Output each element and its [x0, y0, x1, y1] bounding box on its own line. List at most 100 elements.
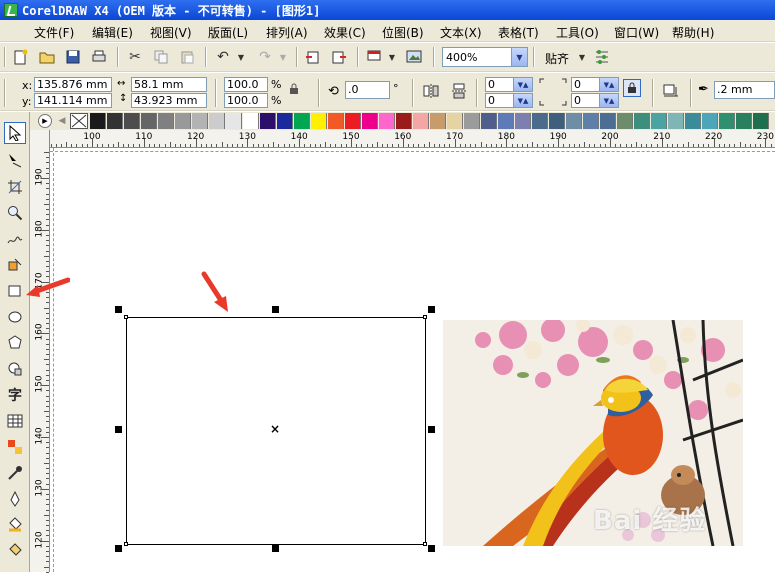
palette-swatch[interactable]: [702, 113, 718, 129]
zoom-dropdown-icon[interactable]: ▼: [511, 48, 527, 66]
coreldraw-app-icon[interactable]: [4, 3, 18, 17]
corner-bottom-right-input[interactable]: 0: [571, 93, 601, 108]
palette-swatch[interactable]: [464, 113, 480, 129]
menu-text[interactable]: 文本(X): [440, 24, 482, 41]
scale-y-input[interactable]: 100.0: [224, 93, 268, 108]
palette-swatch[interactable]: [481, 113, 497, 129]
selection-handle-bottom-left[interactable]: [115, 545, 122, 552]
interactive-fill-tool-icon[interactable]: [4, 540, 26, 562]
snap-dropdown-icon[interactable]: ▼: [573, 48, 591, 66]
vertical-ruler[interactable]: 190 180 170 160 150 140 130 120: [30, 130, 50, 573]
polygon-tool-icon[interactable]: [4, 332, 26, 354]
menu-view[interactable]: 视图(V): [150, 24, 192, 41]
save-icon[interactable]: [64, 48, 82, 66]
palette-swatch[interactable]: [175, 113, 191, 129]
palette-swatch[interactable]: [634, 113, 650, 129]
palette-swatch[interactable]: [447, 113, 463, 129]
smart-fill-tool-icon[interactable]: [4, 254, 26, 276]
palette-swatch[interactable]: [566, 113, 582, 129]
selection-handle-bottom-right[interactable]: [428, 545, 435, 552]
palette-swatch[interactable]: [753, 113, 769, 129]
welcome-screen-icon[interactable]: [405, 48, 423, 66]
palette-swatch[interactable]: [277, 113, 293, 129]
new-document-icon[interactable]: [12, 48, 30, 66]
copy-icon[interactable]: [152, 48, 170, 66]
no-fill-swatch[interactable]: [70, 113, 88, 129]
palette-swatch[interactable]: [685, 113, 701, 129]
interactive-blend-tool-icon[interactable]: [4, 436, 26, 458]
selection-handle-top-right[interactable]: [428, 306, 435, 313]
menu-help[interactable]: 帮助(H): [672, 24, 714, 41]
redo-dropdown-icon[interactable]: ▼: [274, 48, 292, 66]
selection-handle-top-left[interactable]: [115, 306, 122, 313]
palette-swatch[interactable]: [515, 113, 531, 129]
undo-dropdown-icon[interactable]: ▼: [232, 48, 250, 66]
palette-swatch[interactable]: [209, 113, 225, 129]
y-position-input[interactable]: 141.114 mm: [34, 93, 112, 108]
menu-tools[interactable]: 工具(O): [556, 24, 599, 41]
palette-swatch[interactable]: [141, 113, 157, 129]
menu-file[interactable]: 文件(F): [34, 24, 74, 41]
rectangle-tool-icon[interactable]: [4, 280, 26, 302]
import-icon[interactable]: [304, 48, 322, 66]
palette-swatch[interactable]: [719, 113, 735, 129]
eyedropper-tool-icon[interactable]: [4, 462, 26, 484]
palette-swatch[interactable]: [158, 113, 174, 129]
palette-swatch[interactable]: [345, 113, 361, 129]
menu-bitmaps[interactable]: 位图(B): [382, 24, 424, 41]
crop-tool-icon[interactable]: [4, 176, 26, 198]
menu-effects[interactable]: 效果(C): [324, 24, 366, 41]
zoom-tool-icon[interactable]: [4, 202, 26, 224]
freehand-tool-icon[interactable]: [4, 228, 26, 250]
x-position-input[interactable]: 135.876 mm: [34, 77, 112, 92]
menu-window[interactable]: 窗口(W): [614, 24, 659, 41]
pheasant-painting-bitmap[interactable]: Bai 经验: [443, 320, 743, 546]
palette-swatch[interactable]: [362, 113, 378, 129]
height-input[interactable]: 43.923 mm: [131, 93, 207, 108]
palette-swatch[interactable]: [549, 113, 565, 129]
toolbar-grip[interactable]: [4, 47, 6, 67]
rectangle-node-bottom-left[interactable]: [124, 542, 128, 546]
launcher-dropdown-icon[interactable]: ▼: [383, 48, 401, 66]
table-tool-icon[interactable]: [4, 410, 26, 432]
palette-swatch[interactable]: [600, 113, 616, 129]
round-corners-together-lock-icon[interactable]: [623, 79, 641, 97]
export-icon[interactable]: [330, 48, 348, 66]
menu-edit[interactable]: 编辑(E): [92, 24, 133, 41]
rectangle-node-top-right[interactable]: [423, 315, 427, 319]
palette-flyout-icon[interactable]: ▶: [38, 114, 52, 128]
pick-tool-icon[interactable]: [4, 122, 26, 144]
menu-table[interactable]: 表格(T): [498, 24, 539, 41]
mirror-horizontal-icon[interactable]: [423, 83, 439, 102]
corner-bottom-left-spinner-icon[interactable]: ▼▲: [513, 93, 533, 108]
palette-swatch[interactable]: [413, 113, 429, 129]
palette-swatch[interactable]: [226, 113, 242, 129]
redo-icon[interactable]: ↷: [256, 48, 274, 66]
ellipse-tool-icon[interactable]: [4, 306, 26, 328]
outline-width-input[interactable]: .2 mm: [714, 81, 775, 99]
corner-top-right-input[interactable]: 0: [571, 77, 601, 92]
palette-swatch[interactable]: [532, 113, 548, 129]
undo-icon[interactable]: ↶: [214, 48, 232, 66]
menu-arrange[interactable]: 排列(A): [266, 24, 308, 41]
propbar-grip[interactable]: [4, 79, 6, 107]
lock-ratio-icon[interactable]: [289, 83, 299, 98]
selection-handle-left[interactable]: [115, 426, 122, 433]
palette-swatch[interactable]: [294, 113, 310, 129]
palette-scroll-left-icon[interactable]: ◀: [55, 113, 69, 129]
rectangle-node-top-left[interactable]: [124, 315, 128, 319]
corner-top-left-spinner-icon[interactable]: ▼▲: [513, 77, 533, 92]
palette-swatch[interactable]: [498, 113, 514, 129]
wrap-text-icon[interactable]: [662, 83, 680, 102]
corner-top-right-spinner-icon[interactable]: ▼▲: [599, 77, 619, 92]
palette-swatch[interactable]: [668, 113, 684, 129]
selection-handle-right[interactable]: [428, 426, 435, 433]
palette-swatch[interactable]: [583, 113, 599, 129]
palette-swatch[interactable]: [328, 113, 344, 129]
palette-swatch[interactable]: [243, 113, 259, 129]
corner-bottom-right-spinner-icon[interactable]: ▼▲: [599, 93, 619, 108]
selection-handle-top[interactable]: [272, 306, 279, 313]
corner-bottom-left-input[interactable]: 0: [485, 93, 515, 108]
print-icon[interactable]: [90, 48, 108, 66]
palette-swatch[interactable]: [124, 113, 140, 129]
